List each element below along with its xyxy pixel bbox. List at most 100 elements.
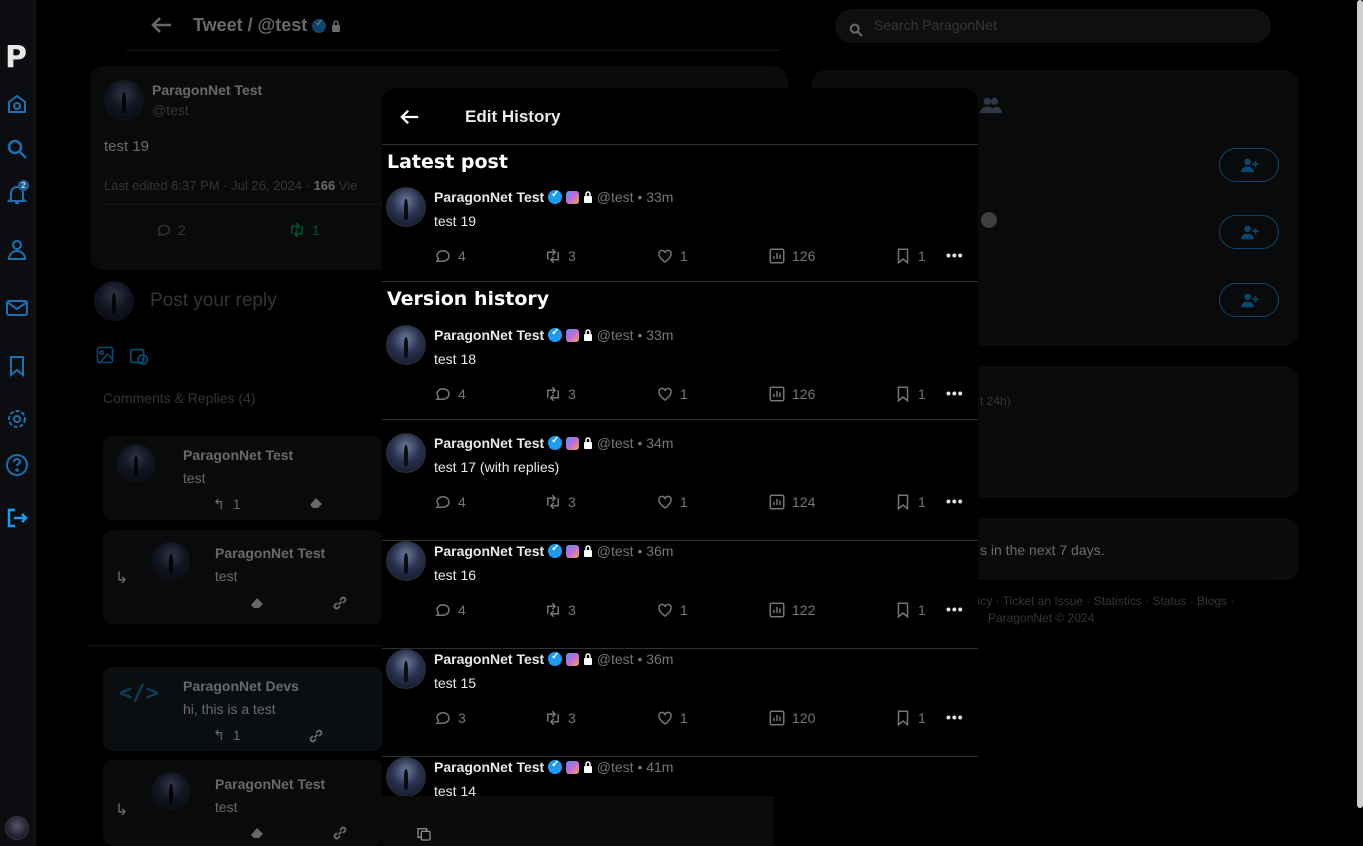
tweet-author-handle[interactable]: @test	[152, 102, 189, 118]
more-options-icon[interactable]: •••	[946, 493, 964, 509]
current-user-avatar[interactable]	[5, 816, 29, 840]
history-post[interactable]: ParagonNet Test @test • 41m test 14	[382, 757, 978, 796]
post-meta[interactable]: @test • 36m	[597, 543, 674, 559]
edited-text[interactable]: Last edited 6:37 PM · Jul 26, 2024 ·	[104, 178, 314, 193]
avatar[interactable]	[386, 187, 426, 227]
messages-icon[interactable]	[5, 296, 29, 320]
avatar[interactable]	[152, 542, 190, 580]
post-meta[interactable]: @test • 33m	[597, 327, 674, 343]
post-meta[interactable]: @test • 41m	[597, 759, 674, 775]
eraser-icon[interactable]	[308, 496, 324, 510]
comment-author[interactable]: ParagonNet Test	[215, 545, 325, 561]
comment-card[interactable]: ↳ ParagonNet Test test	[103, 760, 383, 846]
bookmark-button[interactable]: 1	[894, 385, 926, 403]
logout-icon[interactable]	[5, 506, 29, 530]
retweet-button[interactable]: 3	[544, 385, 576, 403]
search-input[interactable]: Search ParagonNet	[874, 17, 997, 33]
avatar[interactable]	[386, 649, 426, 689]
like-button[interactable]: 1	[656, 385, 688, 403]
retweet-button[interactable]: 3	[544, 601, 576, 619]
comment-author[interactable]: ParagonNet Devs	[183, 678, 299, 694]
post-author-name[interactable]: ParagonNet Test	[434, 651, 544, 667]
comment-author[interactable]: ParagonNet Test	[215, 776, 325, 792]
post-author-name[interactable]: ParagonNet Test	[434, 327, 544, 343]
avatar[interactable]	[386, 433, 426, 473]
post-author-name[interactable]: ParagonNet Test	[434, 543, 544, 559]
bookmark-button[interactable]: 1	[894, 247, 926, 265]
reply-button[interactable]: 4	[434, 601, 466, 619]
avatar[interactable]	[386, 757, 426, 796]
post-author-name[interactable]: ParagonNet Test	[434, 435, 544, 451]
history-post[interactable]: ParagonNet Test @test • 36m test 15 3 3 1 120…	[382, 649, 978, 757]
more-options-icon[interactable]: •••	[946, 247, 964, 263]
reply-button[interactable]: ↰ 1	[213, 727, 241, 744]
reply-button[interactable]: 4	[434, 247, 466, 265]
like-button[interactable]: 1	[656, 709, 688, 727]
avatar[interactable]	[117, 444, 155, 482]
back-arrow-icon[interactable]	[150, 14, 174, 36]
avatar[interactable]	[386, 325, 426, 365]
reply-button[interactable]: ↰ 1	[213, 496, 241, 513]
bookmarks-icon[interactable]	[5, 354, 29, 378]
tweet-author-name[interactable]: ParagonNet Test	[152, 82, 262, 98]
more-options-icon[interactable]: •••	[946, 601, 964, 617]
like-button[interactable]: 1	[656, 493, 688, 511]
comment-card[interactable]: </> ParagonNet Devs hi, this is a test ↰…	[103, 667, 383, 751]
post-author-name[interactable]: ParagonNet Test	[434, 189, 544, 205]
retweet-button[interactable]: 3	[544, 493, 576, 511]
link-icon[interactable]	[306, 727, 326, 745]
help-icon[interactable]	[5, 453, 29, 477]
page-scrollbar[interactable]	[1357, 0, 1363, 808]
avatar[interactable]	[104, 80, 144, 120]
bookmark-button[interactable]: 1	[894, 601, 926, 619]
back-arrow-icon[interactable]	[399, 107, 421, 127]
follow-button[interactable]	[1219, 283, 1279, 317]
history-post[interactable]: ParagonNet Test @test • 33m test 18 4 3 1 126…	[382, 325, 978, 420]
comment-card[interactable]: ↳ ParagonNet Test test	[103, 530, 383, 624]
post-author-name[interactable]: ParagonNet Test	[434, 759, 544, 775]
history-post[interactable]: ParagonNet Test @test • 36m test 16 4 3 1 122…	[382, 541, 978, 649]
schedule-icon[interactable]	[128, 345, 150, 367]
latest-post[interactable]: ParagonNet Test @test • 33m test 19 4 3 1 126…	[382, 187, 978, 282]
eraser-icon[interactable]	[249, 596, 265, 610]
like-button[interactable]: 1	[656, 601, 688, 619]
retweet-button[interactable]: 3	[544, 709, 576, 727]
views-button[interactable]: 126	[768, 247, 815, 265]
footer-links[interactable]: licy · Ticket an Issue · Statistics · St…	[975, 594, 1234, 608]
image-icon[interactable]	[95, 345, 115, 365]
home-icon[interactable]	[5, 92, 29, 116]
post-meta[interactable]: @test • 36m	[597, 651, 674, 667]
views-button[interactable]: 120	[768, 709, 815, 727]
logo[interactable]: P	[5, 40, 27, 75]
bookmark-button[interactable]: 1	[894, 493, 926, 511]
reply-button[interactable]: 4	[434, 493, 466, 511]
views-button[interactable]: 126	[768, 385, 815, 403]
reply-button[interactable]: 4	[434, 385, 466, 403]
search-icon[interactable]	[5, 137, 29, 161]
post-meta[interactable]: @test • 34m	[597, 435, 674, 451]
more-options-icon[interactable]: •••	[946, 709, 964, 725]
eraser-icon[interactable]	[249, 826, 265, 840]
views-button[interactable]: 124	[768, 493, 815, 511]
avatar[interactable]	[386, 541, 426, 581]
follow-button[interactable]	[1219, 215, 1279, 249]
bookmark-button[interactable]: 1	[894, 709, 926, 727]
retweet-button[interactable]: 3	[544, 247, 576, 265]
settings-icon[interactable]	[5, 407, 29, 431]
like-button[interactable]: 1	[656, 247, 688, 265]
history-post[interactable]: ParagonNet Test @test • 34m test 17 (with…	[382, 433, 978, 541]
more-options-icon[interactable]: •••	[946, 385, 964, 401]
copy-icon[interactable]	[416, 826, 432, 842]
retweet-count[interactable]: 1	[288, 222, 320, 238]
reply-input[interactable]: Post your reply	[150, 290, 277, 312]
comment-author[interactable]: ParagonNet Test	[183, 447, 293, 463]
reply-count[interactable]: 2	[156, 222, 186, 238]
link-icon[interactable]	[330, 594, 350, 612]
post-meta[interactable]: @test • 33m	[597, 189, 674, 205]
follow-button[interactable]	[1219, 148, 1279, 182]
reply-button[interactable]: 3	[434, 709, 466, 727]
views-button[interactable]: 122	[768, 601, 815, 619]
comment-card[interactable]: ParagonNet Test test ↰ 1	[103, 436, 383, 520]
avatar[interactable]	[152, 772, 190, 810]
profile-icon[interactable]	[5, 237, 29, 261]
